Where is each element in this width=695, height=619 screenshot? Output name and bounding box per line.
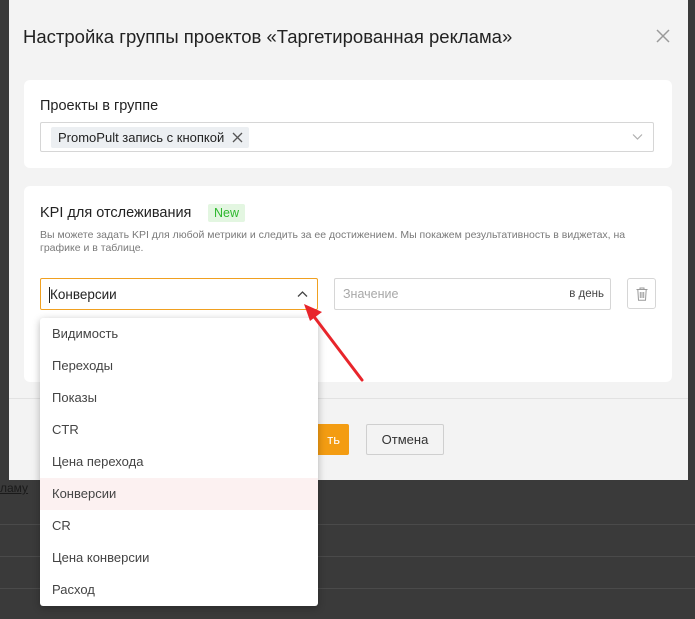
kpi-period-label: в день — [569, 288, 604, 300]
dropdown-option[interactable]: Видимость — [40, 318, 318, 350]
background-link[interactable]: ламу — [0, 481, 28, 495]
kpi-value-field: в день — [334, 278, 611, 310]
dropdown-option[interactable]: Показы — [40, 382, 318, 414]
chevron-up-icon[interactable] — [297, 290, 308, 298]
dropdown-option-selected[interactable]: Конверсии — [40, 478, 318, 510]
projects-label: Проекты в группе — [40, 98, 159, 114]
kpi-value-input[interactable] — [335, 279, 543, 309]
dropdown-option[interactable]: CTR — [40, 414, 318, 446]
kpi-description: Вы можете задать KPI для любой метрики и… — [40, 229, 626, 254]
trash-icon — [636, 287, 648, 301]
kpi-metric-dropdown: Видимость Переходы Показы CTR Цена перех… — [40, 318, 318, 606]
project-chip-label: PromoPult запись с кнопкой — [58, 130, 225, 145]
chevron-down-icon[interactable] — [632, 133, 643, 141]
cancel-button[interactable]: Отмена — [366, 424, 444, 455]
dropdown-option[interactable]: Переходы — [40, 350, 318, 382]
modal-title: Настройка группы проектов «Таргетированн… — [23, 26, 513, 47]
dropdown-option[interactable]: Цена перехода — [40, 446, 318, 478]
close-icon[interactable] — [654, 27, 672, 45]
dropdown-option[interactable]: Цена конверсии — [40, 542, 318, 574]
projects-multiselect[interactable]: PromoPult запись с кнопкой — [40, 122, 654, 152]
project-chip: PromoPult запись с кнопкой — [51, 127, 250, 148]
new-badge: New — [208, 204, 246, 222]
kpi-label: KPI для отслеживания — [40, 205, 192, 221]
chip-remove-icon[interactable] — [232, 132, 243, 143]
delete-kpi-button[interactable] — [627, 278, 656, 309]
kpi-metric-value: Конверсии — [50, 287, 117, 302]
kpi-metric-select[interactable]: Конверсии — [40, 278, 318, 310]
projects-card: Проекты в группе PromoPult запись с кноп… — [24, 80, 672, 168]
dropdown-option[interactable]: Расход — [40, 574, 318, 606]
dropdown-option[interactable]: CR — [40, 510, 318, 542]
